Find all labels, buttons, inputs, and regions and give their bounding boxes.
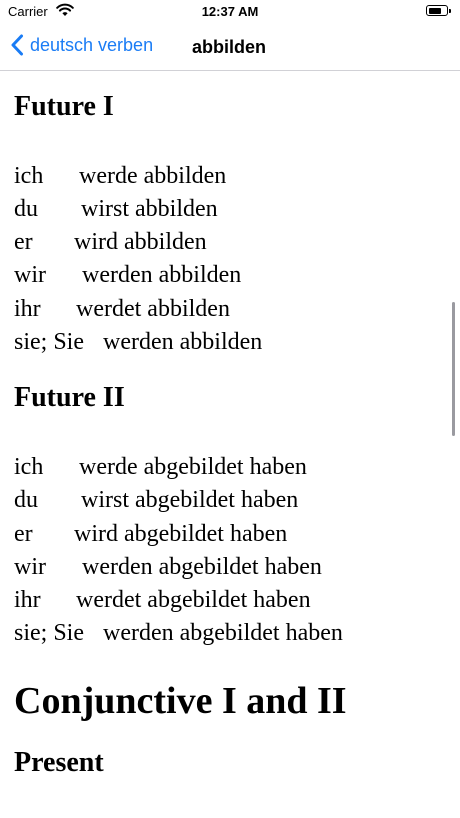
verb-form: werden abgebildet haben xyxy=(103,620,343,647)
pronoun: wir xyxy=(14,262,46,289)
verb-form: werde abgebildet haben xyxy=(79,453,307,480)
battery-level xyxy=(428,7,442,14)
conjugation-table-future-1: ich werde abbilden du wirst abbilden er wir… xyxy=(14,160,444,360)
verb-form: werdet abbilden xyxy=(76,295,230,322)
verb-form: werden abgebildet haben xyxy=(82,553,322,580)
page-title: abbilden xyxy=(192,37,267,57)
conjugation-row: ich werde abgebildet haben xyxy=(14,451,444,484)
conjugation-row: ihr werdet abgebildet haben xyxy=(14,584,444,617)
conjugation-row: wir werden abbilden xyxy=(14,259,444,292)
mood-heading: Conjunctive I and II xyxy=(14,679,347,722)
conjugation-row: wir werden abgebildet haben xyxy=(14,551,444,584)
pronoun: du xyxy=(14,487,38,514)
conjugation-row: du wirst abbilden xyxy=(14,193,444,226)
conjugation-content: Future I ich werde abbilden du wirst abbil… xyxy=(14,72,444,780)
conjugation-table-future-2: ich werde abgebildet haben du wirst abgebi… xyxy=(14,451,444,651)
conjugation-row: sie; Sie werden abgebildet haben xyxy=(14,617,444,650)
clock: 12:37 AM xyxy=(201,4,259,19)
conjugation-row: ich werde abbilden xyxy=(14,160,444,193)
verb-form: wird abgebildet haben xyxy=(74,520,288,547)
verb-form: wirst abgebildet haben xyxy=(81,487,299,514)
back-button[interactable]: deutsch verben xyxy=(10,34,153,56)
verb-form: werde abbilden xyxy=(79,162,227,189)
pronoun: ihr xyxy=(14,587,41,614)
conjugation-row: ihr werdet abbilden xyxy=(14,293,444,326)
conjugation-row: sie; Sie werden abbilden xyxy=(14,326,444,359)
section-heading-future-1: Future I xyxy=(14,91,114,122)
status-bar: Carrier 12:37 AM xyxy=(0,0,460,24)
pronoun: er xyxy=(14,229,33,256)
section-heading-future-2: Future II xyxy=(14,382,125,414)
pronoun: er xyxy=(14,520,33,547)
chevron-left-icon xyxy=(11,34,23,56)
pronoun: wir xyxy=(14,553,46,580)
pronoun: ich xyxy=(14,162,44,189)
verb-form: werdet abgebildet haben xyxy=(76,587,311,614)
conjugation-row: er wird abgebildet haben xyxy=(14,518,444,551)
pronoun: sie; Sie xyxy=(14,329,84,356)
pronoun: du xyxy=(14,195,38,222)
battery-icon xyxy=(426,5,451,16)
section-heading-present: Present xyxy=(14,747,104,779)
verb-form: werden abbilden xyxy=(103,329,263,356)
verb-form: werden abbilden xyxy=(82,262,242,289)
back-label: deutsch verben xyxy=(30,34,154,55)
scroll-indicator[interactable] xyxy=(452,302,455,436)
verb-form: wirst abbilden xyxy=(81,195,218,222)
pronoun: ich xyxy=(14,453,44,480)
pronoun: sie; Sie xyxy=(14,620,84,647)
conjugation-row: du wirst abgebildet haben xyxy=(14,484,444,517)
conjugation-row: er wird abbilden xyxy=(14,226,444,259)
verb-form: wird abbilden xyxy=(74,229,207,256)
navigation-bar: deutsch verben abbilden xyxy=(0,24,460,71)
pronoun: ihr xyxy=(14,295,41,322)
